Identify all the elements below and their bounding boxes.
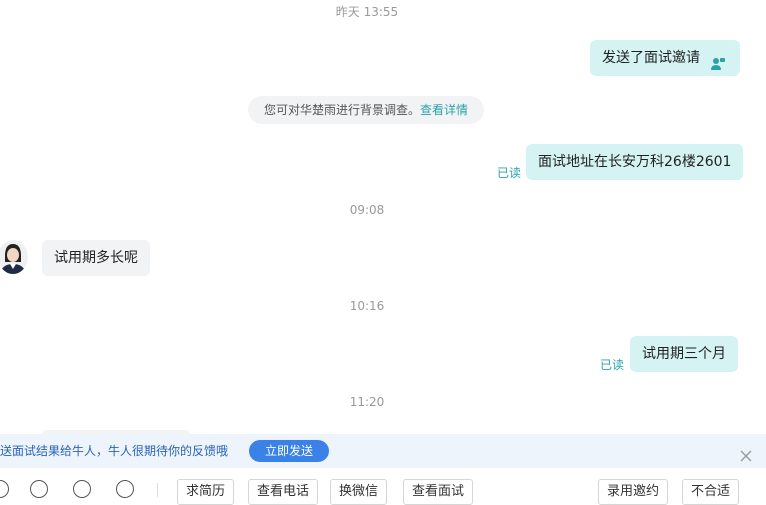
timestamp: 09:08 <box>349 203 385 217</box>
view-interview-button[interactable]: 查看面试 <box>403 479 474 505</box>
read-receipt: 已读 <box>497 166 522 180</box>
chat-toolbar: 求简历 查看电话 换微信 查看面试 录用邀约 不合适 <box>0 468 766 505</box>
timestamp: 11:20 <box>349 395 385 409</box>
candidate-avatar[interactable] <box>0 240 28 274</box>
not-suitable-button[interactable]: 不合适 <box>682 479 740 505</box>
timestamp: 昨天 13:55 <box>335 5 399 19</box>
notice-text: 您可对华楚雨进行背景调查。 <box>263 103 420 117</box>
add-icon[interactable] <box>116 480 134 498</box>
invite-text: 发送了面试邀请 <box>602 50 700 66</box>
background-check-notice: 您可对华楚雨进行背景调查。查看详情 <box>248 96 484 124</box>
read-receipt: 已读 <box>600 358 625 372</box>
chat-area: 昨天 13:55 发送了面试邀请 您可对华楚雨进行背景调查。查看详情 已读 面试… <box>0 0 766 434</box>
phrases-icon[interactable] <box>30 480 48 498</box>
send-now-button[interactable]: 立即发送 <box>249 440 329 462</box>
address-message-bubble: 面试地址在长安万科26楼2601 <box>526 144 744 180</box>
answer-message-bubble: 试用期三个月 <box>630 336 738 372</box>
offer-button[interactable]: 录用邀约 <box>598 479 669 505</box>
invite-icon <box>710 50 726 70</box>
banner-text: 送面试结果给牛人，牛人很期待你的反馈哦 <box>0 444 229 458</box>
view-details-link[interactable]: 查看详情 <box>420 103 468 117</box>
view-phone-button[interactable]: 查看电话 <box>248 479 319 505</box>
feedback-banner: 送面试结果给牛人，牛人很期待你的反馈哦 立即发送 <box>0 434 766 468</box>
request-resume-button[interactable]: 求简历 <box>177 479 235 505</box>
emoji-icon[interactable] <box>0 480 9 498</box>
candidate-question-bubble: 试用期多长呢 <box>42 240 150 276</box>
exchange-wechat-button[interactable]: 换微信 <box>330 479 388 505</box>
timestamp: 10:16 <box>349 299 385 313</box>
toolbar-divider <box>157 483 158 497</box>
close-icon[interactable] <box>738 443 754 462</box>
location-icon[interactable] <box>73 480 91 498</box>
interview-invite-bubble[interactable]: 发送了面试邀请 <box>590 40 740 76</box>
